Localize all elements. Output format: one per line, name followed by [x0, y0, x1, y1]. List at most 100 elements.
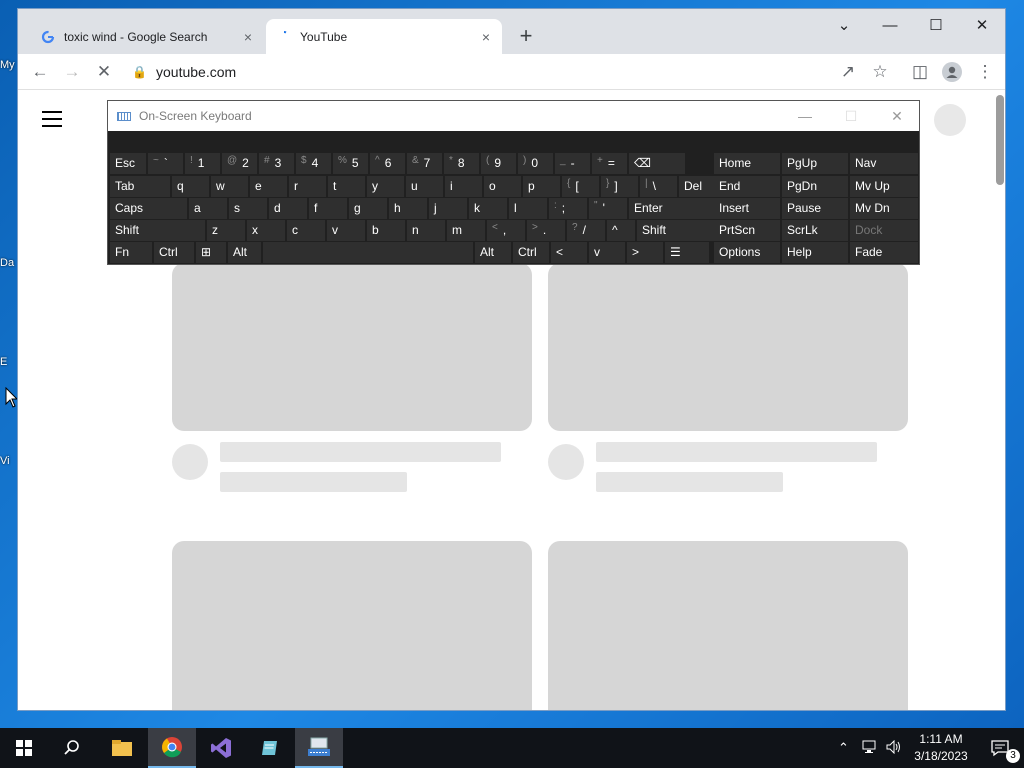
- osk-nav-key[interactable]: End: [714, 176, 780, 197]
- minimize-button[interactable]: —: [867, 15, 913, 39]
- osk-nav-key[interactable]: PrtScn: [714, 220, 780, 241]
- system-clock[interactable]: 1:11 AM 3/18/2023: [910, 731, 972, 765]
- osk-key[interactable]: #3: [259, 153, 294, 174]
- osk-key[interactable]: @2: [222, 153, 257, 174]
- osk-key[interactable]: Alt: [228, 242, 261, 263]
- osk-key[interactable]: v: [327, 220, 365, 241]
- osk-key[interactable]: _ -: [555, 153, 590, 174]
- osk-key[interactable]: Fn: [110, 242, 152, 263]
- osk-nav-key[interactable]: Insert: [714, 198, 780, 219]
- osk-title-bar[interactable]: On-Screen Keyboard — ☐ ✕: [108, 101, 919, 131]
- osk-key[interactable]: | \: [640, 176, 677, 197]
- osk-nav-key[interactable]: Help: [782, 242, 848, 263]
- desktop-icon-label[interactable]: Vi: [0, 455, 10, 467]
- osk-key[interactable]: Ctrl: [513, 242, 549, 263]
- stop-loading-icon[interactable]: ✕: [90, 58, 118, 86]
- osk-key[interactable]: Alt: [475, 242, 511, 263]
- osk-key[interactable]: <,: [487, 220, 525, 241]
- osk-key[interactable]: $4: [296, 153, 331, 174]
- osk-key[interactable]: Shift: [110, 220, 205, 241]
- osk-key[interactable]: v: [589, 242, 625, 263]
- lock-icon[interactable]: 🔒: [132, 65, 147, 79]
- osk-key[interactable]: g: [349, 198, 387, 219]
- osk-key[interactable]: (9: [481, 153, 516, 174]
- desktop-icon-label[interactable]: My: [0, 59, 15, 71]
- osk-key[interactable]: ) 0: [518, 153, 553, 174]
- osk-key[interactable]: Caps: [110, 198, 187, 219]
- show-hidden-icons-icon[interactable]: ⌃: [838, 740, 849, 756]
- tab-youtube[interactable]: YouTube ×: [266, 19, 502, 54]
- osk-key[interactable]: }]: [601, 176, 638, 197]
- osk-key[interactable]: t: [328, 176, 365, 197]
- osk-key[interactable]: * 8: [444, 153, 479, 174]
- search-icon[interactable]: [48, 728, 96, 768]
- osk-key[interactable]: <: [551, 242, 587, 263]
- osk-nav-key[interactable]: PgDn: [782, 176, 848, 197]
- forward-arrow-icon[interactable]: →: [58, 58, 86, 86]
- osk-key[interactable]: ^ 6: [370, 153, 405, 174]
- osk-key[interactable]: Tab: [110, 176, 170, 197]
- desktop-icon-label[interactable]: Da: [0, 257, 14, 269]
- notification-center-icon[interactable]: 3: [976, 728, 1024, 768]
- osk-key[interactable]: m: [447, 220, 485, 241]
- more-menu-icon[interactable]: ⋮: [971, 58, 999, 86]
- osk-key[interactable]: ! 1: [185, 153, 220, 174]
- osk-key[interactable]: i: [445, 176, 482, 197]
- osk-key[interactable]: u: [406, 176, 443, 197]
- on-screen-keyboard-icon[interactable]: [295, 728, 343, 768]
- profile-icon[interactable]: [938, 58, 966, 86]
- osk-key[interactable]: ? /: [567, 220, 605, 241]
- osk-key[interactable]: {[: [562, 176, 599, 197]
- osk-key[interactable]: ⌫: [629, 153, 685, 174]
- tab-close-icon[interactable]: ×: [476, 29, 496, 45]
- osk-key[interactable]: >.: [527, 220, 565, 241]
- osk-key[interactable]: w: [211, 176, 248, 197]
- start-icon[interactable]: [0, 728, 48, 768]
- osk-nav-key[interactable]: Dock: [850, 220, 918, 241]
- osk-nav-key[interactable]: Nav: [850, 153, 918, 174]
- new-tab-button[interactable]: +: [514, 25, 538, 49]
- osk-key[interactable]: ^: [607, 220, 635, 241]
- visual-studio-icon[interactable]: [197, 728, 245, 768]
- osk-key[interactable]: y: [367, 176, 404, 197]
- osk-key[interactable]: h: [389, 198, 427, 219]
- osk-key[interactable]: l: [509, 198, 547, 219]
- osk-key[interactable]: d: [269, 198, 307, 219]
- osk-nav-key[interactable]: Options: [714, 242, 780, 263]
- osk-key[interactable]: Shift: [637, 220, 722, 241]
- osk-key[interactable]: Ctrl: [154, 242, 194, 263]
- volume-icon[interactable]: [886, 739, 902, 757]
- osk-key[interactable]: x: [247, 220, 285, 241]
- url-text[interactable]: youtube.com: [156, 64, 236, 80]
- notepad-icon[interactable]: [246, 728, 294, 768]
- maximize-button[interactable]: ☐: [913, 15, 959, 39]
- osk-nav-key[interactable]: Mv Up: [850, 176, 918, 197]
- osk-key[interactable]: + =: [592, 153, 627, 174]
- osk-key[interactable]: o: [484, 176, 521, 197]
- bookmark-star-icon[interactable]: ☆: [866, 58, 894, 86]
- desktop-icon-label[interactable]: E: [0, 356, 7, 368]
- osk-nav-key[interactable]: Fade: [850, 242, 918, 263]
- osk-key[interactable]: >: [627, 242, 663, 263]
- osk-key[interactable]: ~ `: [148, 153, 183, 174]
- network-icon[interactable]: [862, 740, 878, 757]
- tab-google-search[interactable]: toxic wind - Google Search ×: [30, 19, 264, 54]
- osk-nav-key[interactable]: Mv Dn: [850, 198, 918, 219]
- osk-key[interactable]: Esc: [110, 153, 146, 174]
- osk-key[interactable]: & 7: [407, 153, 442, 174]
- close-window-button[interactable]: ✕: [959, 15, 1005, 39]
- osk-key[interactable]: j: [429, 198, 467, 219]
- osk-key[interactable]: r: [289, 176, 326, 197]
- file-explorer-icon[interactable]: [98, 728, 146, 768]
- share-icon[interactable]: ↗: [834, 58, 862, 86]
- osk-key[interactable]: f: [309, 198, 347, 219]
- back-arrow-icon[interactable]: ←: [26, 58, 54, 86]
- tab-close-icon[interactable]: ×: [238, 29, 258, 45]
- osk-nav-key[interactable]: PgUp: [782, 153, 848, 174]
- osk-key[interactable]: " ': [589, 198, 627, 219]
- osk-key[interactable]: s: [229, 198, 267, 219]
- osk-key[interactable]: c: [287, 220, 325, 241]
- osk-nav-key[interactable]: ScrLk: [782, 220, 848, 241]
- osk-key[interactable]: z: [207, 220, 245, 241]
- osk-key[interactable]: [263, 242, 473, 263]
